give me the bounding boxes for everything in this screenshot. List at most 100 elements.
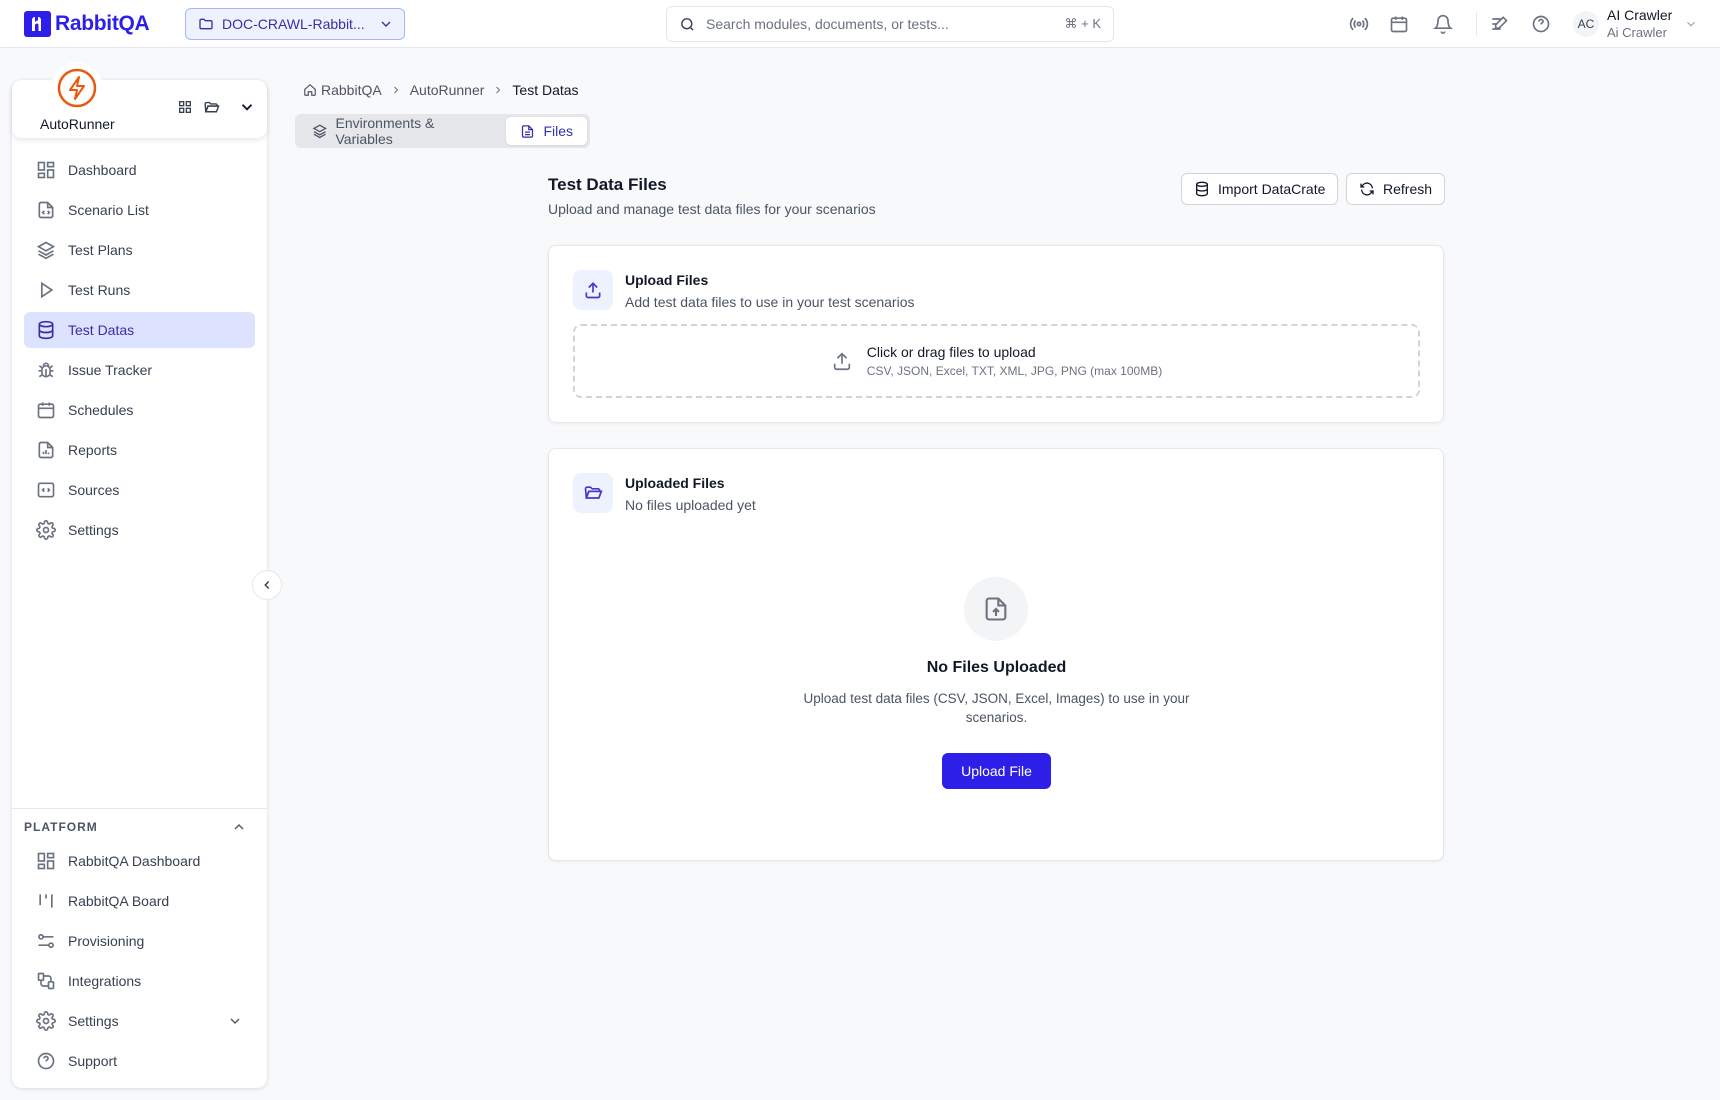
home-icon [304, 83, 316, 96]
uploaded-files-card: Uploaded Files No files uploaded yet No … [548, 448, 1444, 861]
folder-open-icon[interactable] [203, 99, 220, 116]
tab-files[interactable]: Files [506, 117, 587, 145]
empty-state-title: No Files Uploaded [926, 659, 1067, 676]
refresh-icon [1360, 182, 1374, 196]
report-icon [38, 441, 54, 459]
calendar-icon[interactable] [1389, 14, 1409, 34]
search-input[interactable] [706, 16, 1055, 32]
tab-environments-variables[interactable]: Environments & Variables [298, 115, 504, 147]
sidebar-item-test-datas[interactable]: Test Datas [24, 312, 255, 348]
sidebar-item-scenario-list[interactable]: Scenario List [24, 192, 255, 228]
sidebar-item-schedules[interactable]: Schedules [24, 392, 255, 428]
folder-open-icon [573, 473, 613, 513]
sidebar-item-label: RabbitQA Board [68, 893, 170, 909]
tab-label: Environments & Variables [335, 115, 435, 147]
breadcrumb-home[interactable]: RabbitQA [321, 82, 382, 98]
database-icon [1196, 181, 1208, 197]
sidebar-item-label: Integrations [68, 973, 142, 989]
sidebar-item-rabbitqa-board[interactable]: RabbitQA Board [24, 883, 255, 919]
dropzone-text: Click or drag files to upload [866, 344, 1036, 360]
module-switcher[interactable]: AutoRunner [12, 62, 267, 138]
sidebar-item-label: Settings [68, 522, 119, 538]
app-logo[interactable]: RabbitQA [24, 11, 150, 37]
uploaded-card-subtitle: No files uploaded yet [625, 497, 756, 513]
empty-state-text: Upload test data files (CSV, JSON, Excel… [803, 691, 1190, 725]
bug-icon [38, 362, 54, 378]
sidebar-item-sources[interactable]: Sources [24, 472, 255, 508]
help-icon[interactable] [1531, 14, 1551, 34]
gear-icon [36, 1011, 56, 1031]
chevron-down-icon [381, 21, 391, 27]
sidebar-item-label: Test Plans [68, 242, 133, 258]
sidebar-item-label: Reports [68, 442, 118, 458]
module-name: AutoRunner [40, 116, 115, 132]
dashboard-icon [37, 161, 55, 179]
import-datacrate-button[interactable]: Import DataCrate [1181, 173, 1339, 205]
sidebar-item-rabbitqa-dashboard[interactable]: RabbitQA Dashboard [24, 843, 255, 879]
bell-icon[interactable] [1433, 14, 1453, 34]
rabbit-logo-icon [24, 11, 51, 37]
user-menu[interactable]: AC AI Crawler Ai Crawler [1573, 6, 1698, 42]
collapse-sidebar-button[interactable] [252, 570, 282, 600]
module-badge [51, 62, 103, 114]
project-selector-label: DOC-CRAWL-Rabbit... [222, 16, 365, 32]
platform-section-header[interactable]: PLATFORM [24, 819, 255, 835]
global-search[interactable]: ⌘ + K [666, 6, 1114, 42]
broadcast-icon[interactable] [1349, 14, 1369, 34]
uploaded-card-title: Uploaded Files [625, 475, 725, 491]
search-icon [681, 17, 694, 31]
sidebar-item-dashboard[interactable]: Dashboard [24, 152, 255, 188]
file-upload-icon [964, 577, 1028, 641]
layers-icon [312, 124, 327, 139]
database-icon [38, 320, 54, 340]
grid-icon[interactable] [177, 99, 193, 115]
integrations-icon [37, 972, 55, 990]
sidebar-item-test-runs[interactable]: Test Runs [24, 272, 255, 308]
sidebar-item-reports[interactable]: Reports [24, 432, 255, 468]
chevron-down-icon [1687, 21, 1696, 27]
chevron-right-icon [496, 86, 501, 94]
sidebar-item-label: Schedules [68, 402, 134, 418]
page-subtitle: Upload and manage test data files for yo… [548, 201, 876, 217]
sidebar-item-label: Support [68, 1053, 118, 1069]
chevron-down-icon[interactable] [238, 98, 256, 116]
lightning-icon [57, 68, 97, 108]
project-selector[interactable]: DOC-CRAWL-Rabbit... [185, 8, 405, 40]
breadcrumb-module[interactable]: AutoRunner [410, 82, 485, 98]
topbar-divider [1476, 12, 1477, 36]
sidebar-item-provisioning[interactable]: Provisioning [24, 923, 255, 959]
sidebar-item-test-plans[interactable]: Test Plans [24, 232, 255, 268]
sidebar-item-settings[interactable]: Settings [24, 512, 255, 548]
sidebar-item-issue-tracker[interactable]: Issue Tracker [24, 352, 255, 388]
calendar-icon [37, 402, 55, 419]
refresh-button[interactable]: Refresh [1346, 173, 1446, 205]
upload-file-button[interactable]: Upload File [942, 753, 1051, 789]
theme-toggle-icon[interactable] [1489, 14, 1509, 34]
sidebar-item-integrations[interactable]: Integrations [24, 963, 255, 999]
sidebar-item-platform-settings[interactable]: Settings [24, 1003, 255, 1039]
tab-bar: Environments & Variables Files [295, 114, 590, 148]
module-nav: Dashboard Scenario List Test Plans Test … [24, 152, 255, 552]
user-role: Ai Crawler [1607, 25, 1667, 40]
sidebar-item-label: Provisioning [68, 933, 145, 949]
code-icon [37, 482, 55, 498]
upload-card-title: Upload Files [625, 272, 709, 288]
sidebar-item-label: Settings [68, 1013, 119, 1029]
chevron-down-icon [230, 1018, 240, 1024]
sidebar-item-label: Issue Tracker [68, 362, 153, 378]
breadcrumb-current: Test Datas [512, 82, 579, 98]
sidebar-item-label: Dashboard [68, 162, 137, 178]
board-icon [39, 894, 53, 908]
upload-icon [833, 352, 850, 371]
sidebar-item-label: Test Datas [68, 322, 135, 338]
refresh-label: Refresh [1383, 181, 1433, 197]
file-dropzone[interactable]: Click or drag files to upload CSV, JSON,… [573, 324, 1420, 398]
avatar: AC [1573, 11, 1599, 37]
chevron-left-icon [264, 580, 270, 590]
top-bar: RabbitQA DOC-CRAWL-Rabbit... ⌘ + K AC AI… [0, 0, 1720, 48]
file-icon [522, 124, 534, 138]
user-name: AI Crawler [1607, 7, 1673, 23]
sidebar-item-support[interactable]: Support [24, 1043, 255, 1079]
tab-label: Files [543, 123, 573, 139]
upload-card-subtitle: Add test data files to use in your test … [625, 294, 915, 310]
